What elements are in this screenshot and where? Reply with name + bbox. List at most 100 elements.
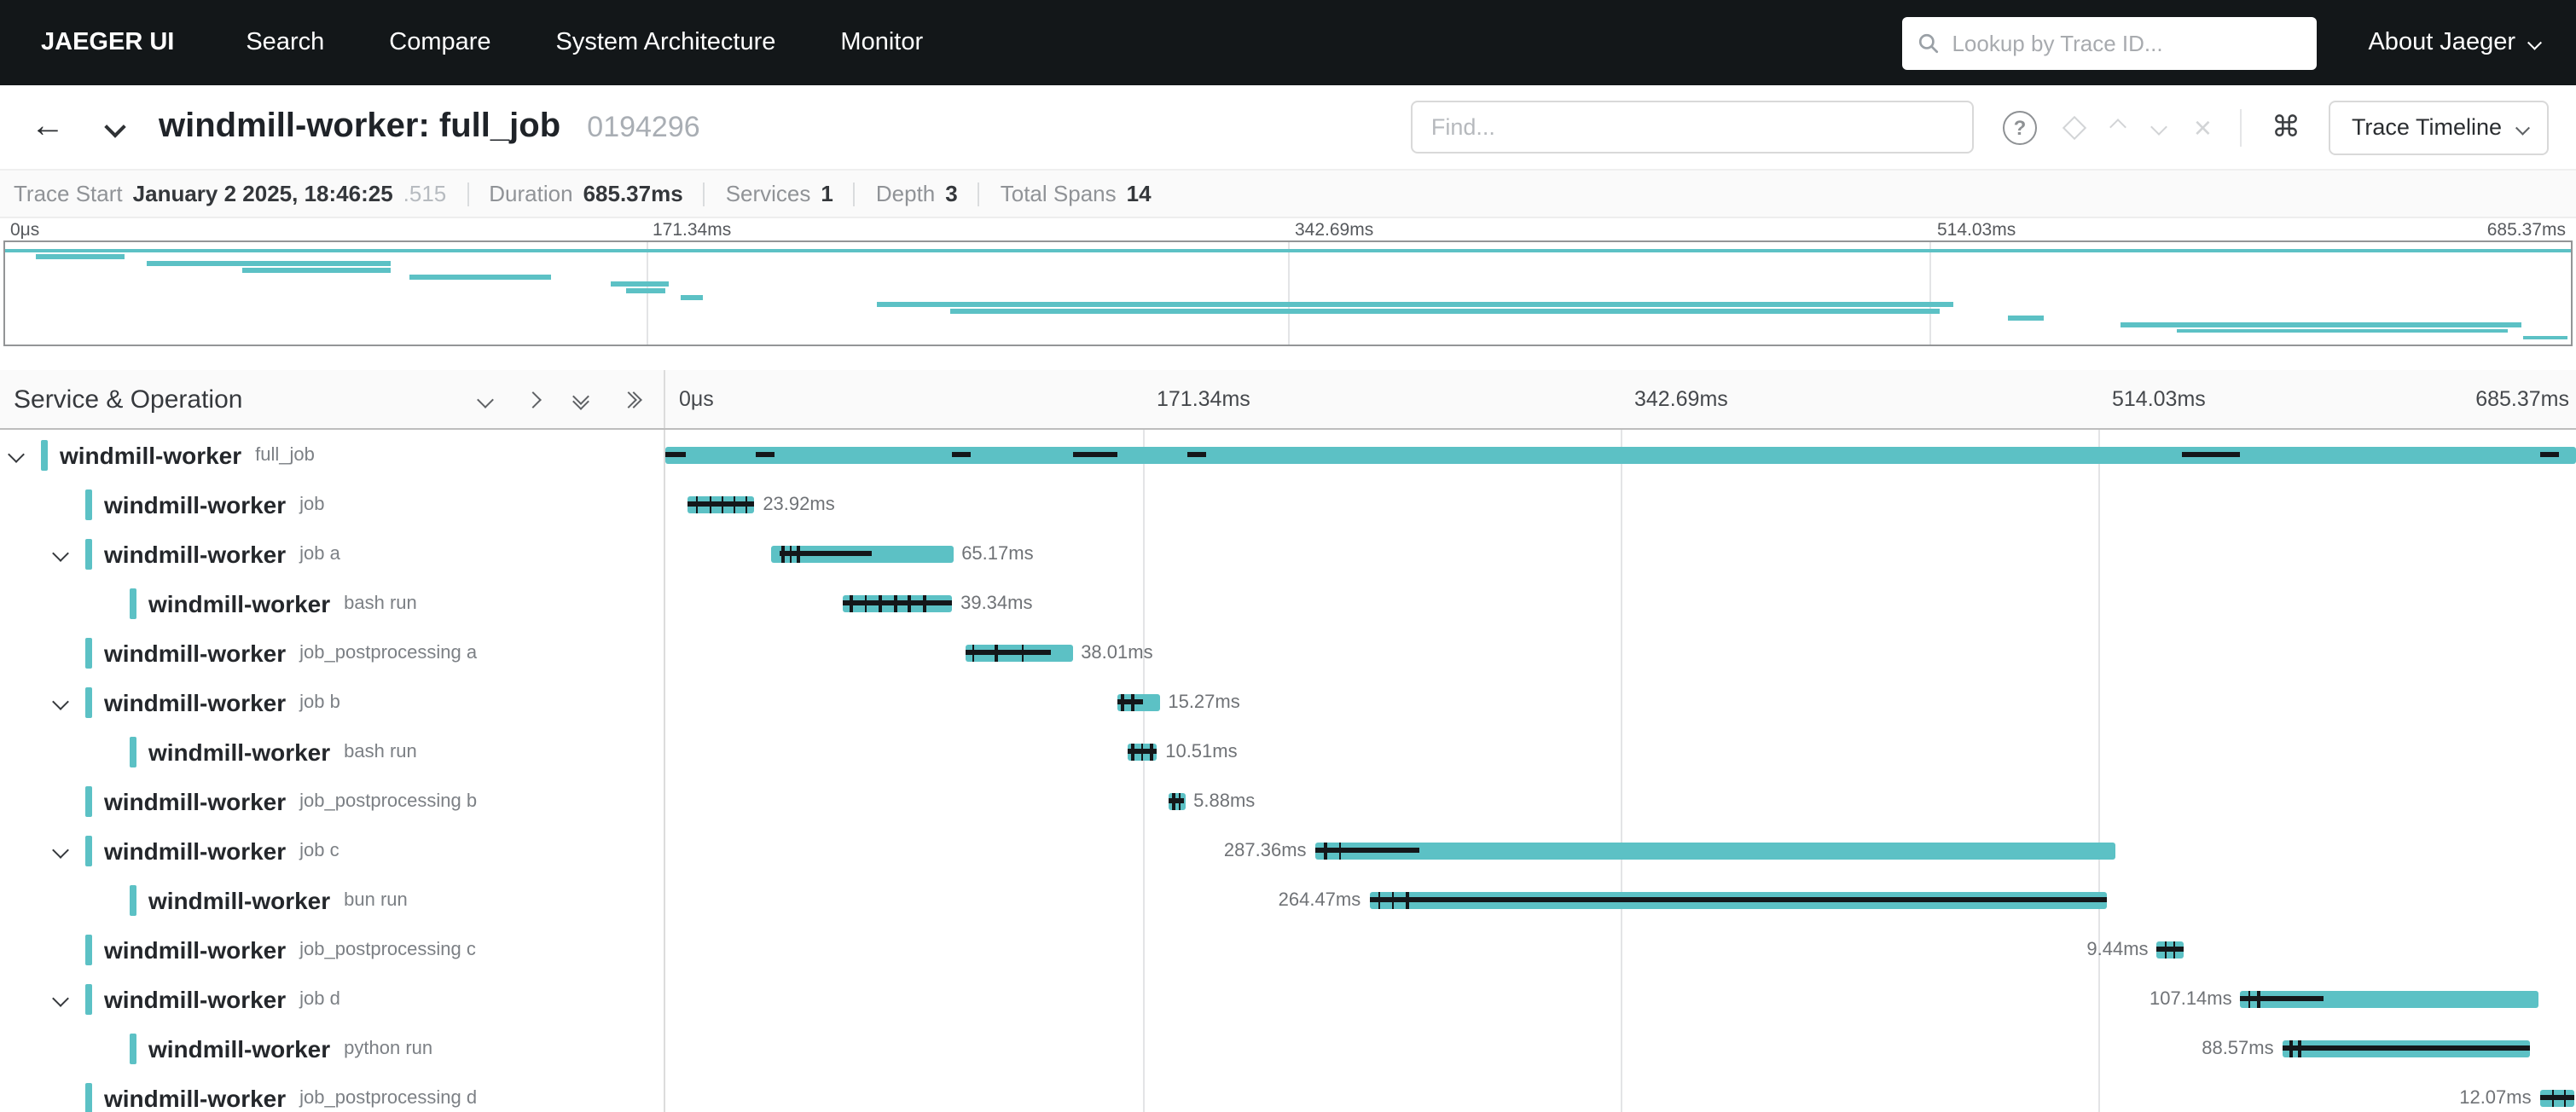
span-bar-cell[interactable]: 39.34ms [665, 578, 2576, 628]
span-collapse-toggle[interactable] [55, 993, 85, 1005]
clear-search-button[interactable]: × [2194, 112, 2212, 142]
help-button[interactable]: ? [2003, 110, 2037, 144]
span-name-cell[interactable]: windmill-workerjob_postprocessing c [0, 924, 665, 974]
service-name: windmill-worker [148, 1034, 330, 1062]
span-bar-cell[interactable]: 9.44ms [665, 924, 2576, 974]
trace-view-selector[interactable]: Trace Timeline [2329, 100, 2549, 154]
timeline-header: Service & Operation 0μs171.34ms342.69ms [0, 370, 2576, 430]
expand-all-button[interactable] [575, 391, 587, 408]
operation-name: job_postprocessing d [299, 1087, 477, 1108]
span-name-cell[interactable]: windmill-workerbun run [0, 875, 665, 924]
span-bar-cell[interactable]: 12.07ms [665, 1073, 2576, 1112]
summary-label: Trace Start [14, 181, 123, 206]
span-bar[interactable] [771, 545, 953, 562]
collapse-one-button[interactable] [527, 393, 539, 405]
nav-item-search[interactable]: Search [246, 29, 324, 56]
operation-name: bash run [344, 593, 417, 613]
trace-id-search-input[interactable] [1952, 30, 2301, 55]
find-input[interactable] [1411, 101, 1974, 153]
span-name-cell[interactable]: windmill-workerjob_postprocessing a [0, 628, 665, 677]
timeline-collapser [479, 391, 640, 408]
critical-path-segment [952, 452, 971, 457]
tick-label: 342.69ms [1634, 387, 1728, 411]
span-bar-cell[interactable]: 107.14ms [665, 974, 2576, 1023]
span-name-cell[interactable]: windmill-workerjob b [0, 677, 665, 727]
span-collapse-toggle[interactable] [55, 844, 85, 856]
collapse-all-button[interactable] [623, 393, 640, 405]
prev-match-button[interactable] [2112, 121, 2124, 133]
critical-path-segment [780, 551, 871, 556]
service-name: windmill-worker [104, 985, 286, 1012]
close-icon: × [2194, 112, 2212, 142]
span-bar-cell[interactable]: 287.36ms [665, 825, 2576, 875]
service-color-swatch [85, 489, 92, 519]
span-bar-cell[interactable]: 38.01ms [665, 628, 2576, 677]
service-name: windmill-worker [148, 738, 330, 765]
span-log-tick [1378, 891, 1381, 908]
span-bar[interactable] [1315, 842, 2116, 859]
span-duration-label: 88.57ms [2202, 1023, 2273, 1073]
nav-item-system-architecture[interactable]: System Architecture [556, 29, 776, 56]
span-bar[interactable] [665, 446, 2576, 463]
expand-one-button[interactable] [479, 393, 491, 405]
about-jaeger-menu[interactable]: About Jaeger [2368, 29, 2538, 56]
minimap-span-bar [950, 309, 1941, 313]
service-name: windmill-worker [148, 886, 330, 913]
span-collapse-toggle[interactable] [10, 449, 41, 460]
span-bar[interactable] [2241, 990, 2539, 1007]
span-name-cell[interactable]: windmill-workerbash run [0, 727, 665, 776]
nav-item-monitor[interactable]: Monitor [840, 29, 923, 56]
span-bar-cell[interactable] [665, 430, 2576, 479]
summary-value: 1 [821, 181, 833, 206]
span-name-cell[interactable]: windmill-workerjob_postprocessing d [0, 1073, 665, 1112]
summary-value: 3 [945, 181, 957, 206]
summary-separator [467, 182, 468, 206]
span-row: windmill-workerjob d107.14ms [0, 974, 2576, 1023]
span-log-tick [1339, 842, 1342, 859]
span-name-cell[interactable]: windmill-workerfull_job [0, 430, 665, 479]
focus-matches-button[interactable] [2066, 119, 2083, 136]
span-bar[interactable] [2283, 1040, 2529, 1057]
span-name-cell[interactable]: windmill-workerbash run [0, 578, 665, 628]
span-log-tick [2248, 990, 2250, 1007]
span-bar[interactable] [1128, 743, 1157, 760]
span-log-tick [1325, 842, 1327, 859]
span-name-cell[interactable]: windmill-workerpython run [0, 1023, 665, 1073]
span-bar[interactable] [1369, 891, 2106, 908]
span-bar[interactable] [688, 495, 754, 513]
back-button[interactable]: ← [24, 107, 72, 147]
span-name-cell[interactable]: windmill-workerjob a [0, 529, 665, 578]
minimap-canvas[interactable] [3, 240, 2573, 346]
span-bar[interactable] [966, 644, 1072, 661]
span-bar-cell[interactable]: 23.92ms [665, 479, 2576, 529]
span-bar[interactable] [2540, 1089, 2573, 1106]
nav-item-compare[interactable]: Compare [389, 29, 490, 56]
span-bar-cell[interactable]: 65.17ms [665, 529, 2576, 578]
next-match-button[interactable] [2153, 121, 2165, 133]
service-color-swatch [130, 736, 136, 767]
span-name-cell[interactable]: windmill-workerjob c [0, 825, 665, 875]
jaeger-ui-logo[interactable]: JAEGER UI [41, 29, 174, 56]
service-name: windmill-worker [104, 688, 286, 715]
search-icon [1917, 32, 1940, 54]
header-collapse-toggle[interactable] [97, 119, 133, 135]
service-color-swatch [130, 588, 136, 618]
span-bar-cell[interactable]: 88.57ms [665, 1023, 2576, 1073]
span-collapse-toggle[interactable] [55, 547, 85, 559]
span-bar[interactable] [843, 594, 953, 611]
span-bar[interactable] [2157, 941, 2184, 958]
span-bar-cell[interactable]: 15.27ms [665, 677, 2576, 727]
critical-path-segment [2157, 947, 2184, 952]
keyboard-shortcuts-button[interactable]: ⌘ [2271, 110, 2300, 144]
chevron-down-icon [52, 693, 69, 710]
span-name-cell[interactable]: windmill-workerjob [0, 479, 665, 529]
span-bar-cell[interactable]: 10.51ms [665, 727, 2576, 776]
span-name-cell[interactable]: windmill-workerjob d [0, 974, 665, 1023]
span-bar-cell[interactable]: 5.88ms [665, 776, 2576, 825]
span-collapse-toggle[interactable] [55, 696, 85, 708]
span-bar[interactable] [1117, 693, 1159, 710]
service-name: windmill-worker [104, 935, 286, 963]
span-bar-cell[interactable]: 264.47ms [665, 875, 2576, 924]
span-bar[interactable] [1169, 792, 1185, 809]
span-name-cell[interactable]: windmill-workerjob_postprocessing b [0, 776, 665, 825]
